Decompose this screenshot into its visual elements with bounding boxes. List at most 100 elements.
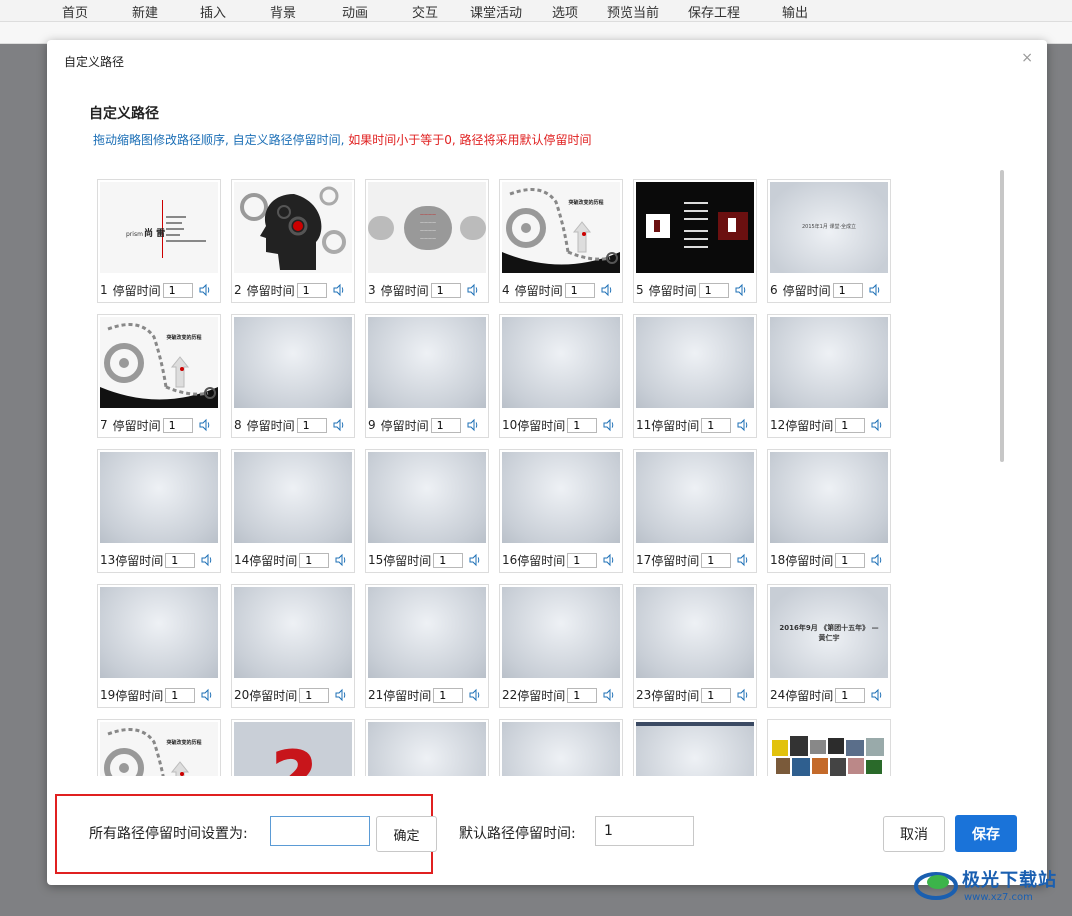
slide-thumbnail-card[interactable]: ———— ———— ———— ———— 3 停留时间 — [365, 179, 489, 303]
slide-thumbnail-card[interactable]: 11 停留时间 — [633, 314, 757, 438]
speaker-icon[interactable] — [736, 688, 750, 702]
slide-thumbnail-card[interactable]: 突破改变的历程25停留时间 — [97, 719, 221, 776]
slide-grid-viewport[interactable]: prism尚 雷1停留时间2停留时间————————————————3停留时间突… — [97, 179, 942, 776]
dwell-time-input[interactable] — [835, 687, 866, 703]
slide-thumbnail-card[interactable]: 17 停留时间 — [633, 449, 757, 573]
speaker-icon[interactable] — [870, 418, 884, 432]
dwell-time-input[interactable] — [701, 417, 732, 433]
dwell-label: 停留时间 — [785, 418, 834, 433]
slide-thumbnail-card[interactable]: 9 停留时间 — [365, 314, 489, 438]
slide-thumbnail-card[interactable]: 14 停留时间 — [231, 449, 355, 573]
dwell-time-input[interactable] — [299, 552, 330, 568]
dwell-time-input[interactable] — [701, 552, 732, 568]
slide-thumbnail-card[interactable]: 2 停留时间 — [231, 179, 355, 303]
slide-thumbnail-card[interactable]: 突破改变的历程 4 停留时间 — [499, 179, 623, 303]
slide-thumbnail-card[interactable]: prism 尚 雷 1 停留时间 — [97, 179, 221, 303]
speaker-icon[interactable] — [466, 283, 480, 297]
dwell-time-input[interactable] — [299, 687, 330, 703]
cancel-button[interactable]: 取消 — [883, 816, 945, 852]
save-button[interactable]: 保存 — [955, 815, 1017, 852]
slide-number: 22 — [502, 688, 518, 702]
slide-thumbnail-card[interactable]: ?26停留时间 — [231, 719, 355, 776]
slide-thumbnail-card[interactable]: 18 停留时间 — [767, 449, 891, 573]
speaker-icon[interactable] — [466, 418, 480, 432]
slide-thumbnail-card[interactable]: 30停留时间 — [767, 719, 891, 776]
slide-thumbnail-card[interactable]: 8 停留时间 — [231, 314, 355, 438]
menu-options[interactable]: 选项 — [552, 2, 578, 21]
speaker-icon[interactable] — [734, 283, 748, 297]
dwell-time-input[interactable] — [567, 687, 598, 703]
speaker-icon[interactable] — [468, 688, 482, 702]
menu-preview-current[interactable]: 预览当前 — [607, 2, 659, 21]
dwell-time-input[interactable] — [430, 282, 461, 298]
slide-thumbnail-card[interactable]: 21 停留时间 — [365, 584, 489, 708]
default-dwell-input[interactable]: 1 — [595, 816, 694, 846]
menu-background[interactable]: 背景 — [270, 2, 296, 21]
dwell-time-input[interactable] — [296, 417, 327, 433]
slide-thumbnail-card[interactable]: 27停留时间 — [365, 719, 489, 776]
speaker-icon[interactable] — [870, 553, 884, 567]
speaker-icon[interactable] — [868, 283, 882, 297]
slide-thumbnail-card[interactable]: 22 停留时间 — [499, 584, 623, 708]
menu-output[interactable]: 输出 — [782, 2, 808, 21]
speaker-icon[interactable] — [198, 418, 212, 432]
slide-dwell-row: 1 停留时间 — [98, 281, 220, 299]
slide-thumbnail-card[interactable]: 2015年1月 课堂·全成立 6 停留时间 — [767, 179, 891, 303]
speaker-icon[interactable] — [332, 283, 346, 297]
speaker-icon[interactable] — [334, 688, 348, 702]
slide-thumbnail-card[interactable]: 16 停留时间 — [499, 449, 623, 573]
dwell-time-input[interactable] — [698, 282, 729, 298]
slide-thumbnail-card[interactable]: 2016年9月 《第团十五年》 —黄仁宇 24 停留时间 — [767, 584, 891, 708]
menu-interaction[interactable]: 交互 — [412, 2, 438, 21]
menu-save-project[interactable]: 保存工程 — [688, 2, 740, 21]
all-dwell-input[interactable] — [270, 816, 370, 846]
dwell-time-input[interactable] — [433, 687, 464, 703]
dwell-time-input[interactable] — [430, 417, 461, 433]
slide-thumbnail-card[interactable]: 5 停留时间 — [633, 179, 757, 303]
slide-thumbnail-card[interactable]: 13 停留时间 — [97, 449, 221, 573]
dwell-time-input[interactable] — [162, 417, 193, 433]
slide-thumbnail-card[interactable]: 28停留时间 — [499, 719, 623, 776]
speaker-icon[interactable] — [334, 553, 348, 567]
menu-class-activity[interactable]: 课堂活动 — [470, 2, 522, 21]
confirm-button[interactable]: 确定 — [376, 816, 437, 852]
slide-thumbnail-card[interactable]: 12 停留时间 — [767, 314, 891, 438]
slide-thumbnail-card[interactable]: 19 停留时间 — [97, 584, 221, 708]
dwell-time-input[interactable] — [433, 552, 464, 568]
speaker-icon[interactable] — [602, 688, 616, 702]
speaker-icon[interactable] — [602, 418, 616, 432]
speaker-icon[interactable] — [602, 553, 616, 567]
speaker-icon[interactable] — [200, 688, 214, 702]
dwell-time-input[interactable] — [701, 687, 732, 703]
dwell-time-input[interactable] — [564, 282, 595, 298]
close-icon[interactable]: × — [1021, 51, 1033, 65]
slide-thumbnail-card[interactable]: 20 停留时间 — [231, 584, 355, 708]
dwell-time-input[interactable] — [835, 552, 866, 568]
dwell-time-input[interactable] — [165, 552, 196, 568]
dwell-time-input[interactable] — [165, 687, 196, 703]
menu-new[interactable]: 新建 — [132, 2, 158, 21]
menu-home[interactable]: 首页 — [62, 2, 88, 21]
slide-thumbnail-card[interactable]: 突破改变的历程 7 停留时间 — [97, 314, 221, 438]
dwell-time-input[interactable] — [162, 282, 193, 298]
speaker-icon[interactable] — [736, 553, 750, 567]
speaker-icon[interactable] — [468, 553, 482, 567]
dwell-time-input[interactable] — [567, 552, 598, 568]
slide-thumbnail-card[interactable]: 23 停留时间 — [633, 584, 757, 708]
speaker-icon[interactable] — [198, 283, 212, 297]
slide-thumbnail-card[interactable]: 29停留时间 — [633, 719, 757, 776]
dwell-time-input[interactable] — [296, 282, 327, 298]
menu-insert[interactable]: 插入 — [200, 2, 226, 21]
slide-thumbnail-card[interactable]: 15 停留时间 — [365, 449, 489, 573]
speaker-icon[interactable] — [736, 418, 750, 432]
dwell-time-input[interactable] — [835, 417, 866, 433]
speaker-icon[interactable] — [600, 283, 614, 297]
dwell-time-input[interactable] — [567, 417, 598, 433]
speaker-icon[interactable] — [332, 418, 346, 432]
dwell-time-input[interactable] — [832, 282, 863, 298]
menu-animation[interactable]: 动画 — [342, 2, 368, 21]
slide-thumbnail-card[interactable]: 10 停留时间 — [499, 314, 623, 438]
scrollbar-thumb[interactable] — [1000, 170, 1004, 462]
speaker-icon[interactable] — [870, 688, 884, 702]
speaker-icon[interactable] — [200, 553, 214, 567]
